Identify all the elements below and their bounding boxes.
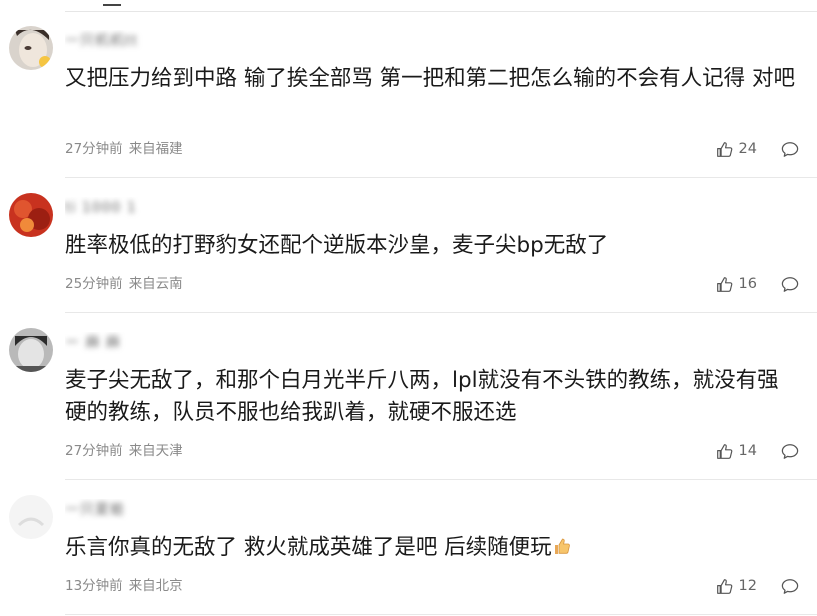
- comment-actions: 12: [716, 575, 799, 597]
- speech-bubble-icon: [781, 443, 799, 459]
- thumbs-up-icon: [716, 578, 732, 594]
- like-count: 24: [738, 141, 757, 157]
- location: 来自云南: [128, 276, 183, 292]
- reply-button[interactable]: [781, 276, 799, 293]
- comment-meta: 13分钟前 来自北京: [65, 576, 183, 596]
- like-count: 16: [738, 276, 757, 292]
- username[interactable]: 一只夏蛤: [65, 499, 195, 521]
- like-count: 14: [738, 443, 757, 459]
- location: 来自北京: [128, 578, 183, 594]
- avatar-image: [9, 495, 53, 539]
- avatar[interactable]: [9, 328, 53, 372]
- comment-actions: 14: [716, 440, 799, 462]
- like-button[interactable]: 24: [716, 141, 757, 158]
- username[interactable]: ー 麻 麻: [65, 332, 195, 354]
- comment-text: 胜率极低的打野豹女还配个逆版本沙皇，麦子尖bp无敌了: [65, 233, 609, 258]
- like-button[interactable]: 12: [716, 578, 757, 595]
- divider: [65, 614, 817, 615]
- divider: [65, 479, 817, 480]
- like-button[interactable]: 16: [716, 276, 757, 293]
- like-count: 12: [738, 578, 757, 594]
- comment-meta: 25分钟前 来自云南: [65, 274, 183, 294]
- avatar-image: [9, 193, 53, 237]
- comment-actions: 16: [716, 273, 799, 295]
- avatar[interactable]: [9, 26, 53, 70]
- avatar-image: [9, 328, 53, 372]
- comment-meta: 27分钟前 来自天津: [65, 441, 183, 461]
- location: 来自福建: [128, 141, 183, 157]
- thumbs-up-icon: [716, 443, 732, 459]
- reply-button[interactable]: [781, 578, 799, 595]
- thumbs-up-emoji: [554, 538, 570, 554]
- speech-bubble-icon: [781, 141, 799, 157]
- comment-text: 乐言你真的无敌了 救火就成英雄了是吧 后续随便玩: [65, 532, 795, 564]
- top-cut-off-element: [103, 0, 121, 6]
- reply-button[interactable]: [781, 141, 799, 158]
- avatar[interactable]: [9, 495, 53, 539]
- timestamp: 27分钟前: [65, 443, 123, 459]
- comment-text: 又把压力给到中路 输了挨全部骂 第一把和第二把怎么输的不会有人记得 对吧: [65, 66, 796, 91]
- username[interactable]: ti 1000 1: [65, 197, 195, 219]
- location: 来自天津: [128, 443, 183, 459]
- speech-bubble-icon: [781, 276, 799, 292]
- thumbs-up-icon: [716, 141, 732, 157]
- speech-bubble-icon: [781, 578, 799, 594]
- divider: [65, 11, 817, 12]
- thumbs-up-icon: [716, 276, 732, 292]
- avatar-image: [9, 26, 53, 70]
- like-button[interactable]: 14: [716, 443, 757, 460]
- avatar[interactable]: [9, 193, 53, 237]
- divider: [65, 312, 817, 313]
- comment-actions: 24: [716, 138, 799, 160]
- comment-feed: 一只机机tt 又把压力给到中路 输了挨全部骂 第一把和第二把怎么输的不会有人记得…: [0, 0, 817, 616]
- timestamp: 13分钟前: [65, 578, 123, 594]
- comment-text-content: 乐言你真的无敌了 救火就成英雄了是吧 后续随便玩: [65, 535, 552, 560]
- timestamp: 25分钟前: [65, 276, 123, 292]
- comment-meta: 27分钟前 来自福建: [65, 139, 183, 159]
- timestamp: 27分钟前: [65, 141, 123, 157]
- comment-text: 麦子尖无敌了，和那个白月光半斤八两，lpl就没有不头铁的教练，就没有强硬的教练，…: [65, 368, 779, 425]
- reply-button[interactable]: [781, 443, 799, 460]
- username[interactable]: 一只机机tt: [65, 30, 195, 52]
- divider: [65, 177, 817, 178]
